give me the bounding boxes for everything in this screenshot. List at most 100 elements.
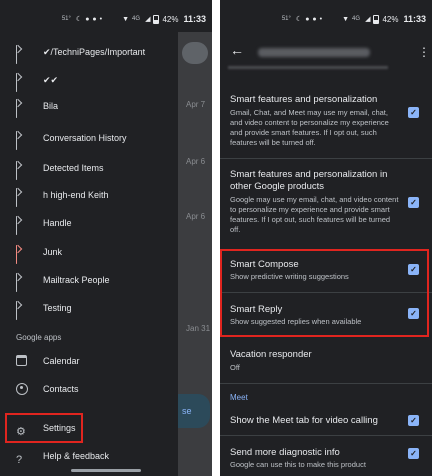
drawer-label-item[interactable]: Testing <box>0 297 178 320</box>
network-type: 4G <box>352 16 361 22</box>
label-icon <box>16 99 28 118</box>
divider <box>220 383 432 384</box>
smart-features-checkbox[interactable]: ✓ <box>408 107 419 118</box>
overflow-menu-icon[interactable]: ⋮ <box>418 45 430 59</box>
drawer-label-text: Testing <box>43 303 72 313</box>
setting-diagnostic-info[interactable]: Send more diagnostic info Google can use… <box>220 437 432 476</box>
navigation-drawer: ✔/TechniPages/Important ✔✔ Bila Conversa… <box>0 32 178 476</box>
drawer-label-item[interactable]: ✔/TechniPages/Important <box>0 41 178 64</box>
status-temperature: 51° <box>281 16 291 22</box>
drawer-label-text: Detected Items <box>43 163 104 173</box>
label-icon <box>16 216 28 235</box>
drawer-label-text: ✔/TechniPages/Important <box>43 46 146 57</box>
drawer-item-label: Contacts <box>43 384 79 394</box>
smart-features-other-checkbox[interactable]: ✓ <box>408 197 419 208</box>
label-icon <box>16 131 28 150</box>
label-icon <box>16 161 28 180</box>
moon-icon: ☾ <box>75 16 83 23</box>
google-apps-heading: Google apps <box>16 333 62 342</box>
spotify-icon: ● <box>92 15 97 23</box>
left-phone-screen: 51° ☾ ● ● • ▼ 4G ◢ 42% 11:33 Apr 7 Apr 6… <box>0 0 212 476</box>
setting-title: Show the Meet tab for video calling <box>230 415 378 426</box>
drawer-label-item[interactable]: Handle <box>0 212 178 235</box>
moon-icon: ☾ <box>295 16 303 23</box>
compose-fab-label: se <box>182 406 192 416</box>
drawer-label-text: Conversation History <box>43 133 127 143</box>
network-type: 4G <box>132 16 141 22</box>
more-notifications-icon: • <box>99 15 103 23</box>
drawer-label-item[interactable]: Junk <box>0 241 178 264</box>
gear-icon: ⚙ <box>16 426 26 438</box>
drawer-label-text: h high-end Keith <box>43 190 109 200</box>
setting-smart-reply[interactable]: Smart Reply Show suggested replies when … <box>220 293 432 335</box>
battery-percent: 42% <box>382 14 399 24</box>
account-email-blurred <box>258 48 370 57</box>
inbox-date: Apr 6 <box>186 157 206 166</box>
gesture-bar <box>71 469 141 472</box>
label-icon <box>16 245 28 264</box>
setting-description: Google can use this to make this product <box>230 460 366 469</box>
setting-smart-features[interactable]: Smart features and personalization Gmail… <box>220 72 432 157</box>
drawer-item-label: Calendar <box>43 356 80 366</box>
drawer-label-text: Mailtrack People <box>43 275 110 285</box>
status-time: 11:33 <box>183 14 206 24</box>
drawer-label-item[interactable]: ✔✔ <box>0 69 178 92</box>
label-icon <box>16 73 28 92</box>
drawer-label-text: Bila <box>43 101 59 111</box>
more-notifications-icon: • <box>319 15 323 23</box>
setting-description: Gmail, Chat, and Meet may use my email, … <box>230 108 389 147</box>
setting-title: Vacation responder <box>230 349 312 360</box>
smart-reply-checkbox[interactable]: ✓ <box>408 308 419 319</box>
contacts-icon <box>16 383 28 395</box>
wifi-icon: ▼ <box>342 15 350 23</box>
battery-percent: 42% <box>162 14 179 24</box>
drawer-label-text: Junk <box>43 247 63 257</box>
drawer-label-item[interactable]: Bila <box>0 95 178 118</box>
meet-section-heading: Meet <box>230 393 248 402</box>
label-icon <box>16 273 28 292</box>
drawer-label-item[interactable]: Conversation History <box>0 127 178 150</box>
smart-compose-checkbox[interactable]: ✓ <box>408 264 419 275</box>
drawer-label-item[interactable]: Mailtrack People <box>0 269 178 292</box>
right-phone-screen: 51° ☾ ● ● • ▼ 4G ◢ 42% 11:33 ← ⋮ Smart f… <box>220 0 432 476</box>
setting-smart-features-other-products[interactable]: Smart features and personalization in ot… <box>220 159 432 245</box>
drawer-label-text: Handle <box>43 218 72 228</box>
setting-meet-tab[interactable]: Show the Meet tab for video calling ✓ <box>220 408 432 434</box>
label-icon <box>16 301 28 320</box>
status-bar: 51° ☾ ● ● • ▼ 4G ◢ 42% 11:33 <box>220 0 432 38</box>
drawer-item-contacts[interactable]: Contacts <box>0 378 178 400</box>
status-temperature: 51° <box>61 16 71 22</box>
setting-title: Smart Compose <box>230 259 299 270</box>
inbox-date: Apr 6 <box>186 212 206 221</box>
divider <box>220 435 432 436</box>
drawer-item-help[interactable]: ? Help & feedback <box>0 445 178 467</box>
battery-icon <box>373 14 380 24</box>
help-icon: ? <box>16 454 23 466</box>
drawer-item-label: Settings <box>43 423 76 433</box>
calendar-icon <box>16 355 28 367</box>
setting-vacation-responder[interactable]: Vacation responder Off <box>220 340 432 380</box>
drawer-label-item[interactable]: h high-end Keith <box>0 184 178 207</box>
spotify-icon: ● <box>312 15 317 23</box>
setting-description: Show predictive writing suggestions <box>230 272 349 281</box>
diagnostic-info-checkbox[interactable]: ✓ <box>408 448 419 459</box>
setting-description: Show suggested replies when available <box>230 317 362 326</box>
drawer-item-calendar[interactable]: Calendar <box>0 350 178 372</box>
notification-icon: ● <box>305 15 310 23</box>
drawer-item-label: Help & feedback <box>43 451 110 461</box>
meet-tab-checkbox[interactable]: ✓ <box>408 415 419 426</box>
setting-title: Smart Reply <box>230 304 283 315</box>
notification-icon: ● <box>85 15 90 23</box>
setting-smart-compose[interactable]: Smart Compose Show predictive writing su… <box>220 250 432 292</box>
scrolled-text-remnant <box>228 66 388 69</box>
setting-description: Google may use my email, chat, and video… <box>230 195 399 234</box>
signal-icon: ◢ <box>145 16 151 23</box>
battery-icon <box>153 14 160 24</box>
label-icon <box>16 188 28 207</box>
drawer-label-text: ✔✔ <box>43 74 59 85</box>
account-avatar[interactable] <box>182 42 208 64</box>
back-arrow-icon[interactable]: ← <box>230 42 244 58</box>
drawer-label-item[interactable]: Detected Items <box>0 157 178 180</box>
status-time: 11:33 <box>403 14 426 24</box>
drawer-item-settings[interactable]: ⚙ Settings <box>0 417 178 439</box>
